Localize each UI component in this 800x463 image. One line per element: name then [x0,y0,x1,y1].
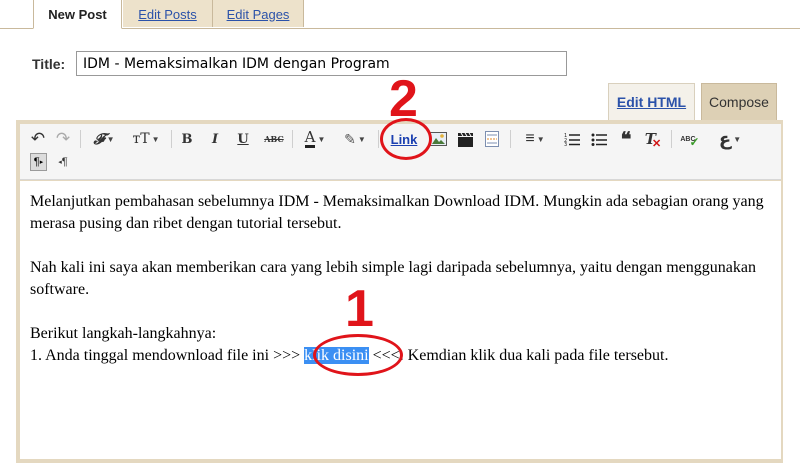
align-icon: ≡ [525,130,535,147]
font-button[interactable]: 𝓕 ▼ [86,128,122,150]
underline-button[interactable]: U [234,128,252,150]
chevron-down-icon: ▼ [357,134,366,144]
rtl-icon: ¶ [61,156,68,168]
font-icon: 𝓕 [93,130,105,148]
toolbar-divider [171,130,172,148]
paragraph-2: Nah kali ini saya akan memberikan cara y… [30,259,756,298]
highlight-button[interactable]: ✎ ▼ [338,128,372,150]
undo-icon[interactable]: ↶ [28,128,48,150]
toolbar-divider [292,130,293,148]
text-color-button[interactable]: A ▼ [298,128,332,150]
toolbar-divider [378,130,379,148]
bold-button[interactable]: B [178,128,196,150]
svg-text:3: 3 [564,142,567,146]
transliterate-icon: ع [718,128,732,150]
image-icon [429,132,447,146]
paragraph-1: Melanjutkan pembahasan sebelumnya IDM - … [30,193,764,232]
paragraph-3: Berikut langkah-langkahnya: [30,325,217,342]
video-icon [457,132,473,147]
annotation-circle-link [380,118,432,160]
toolbar-divider [671,130,672,148]
step-1-text-before: 1. Anda tinggal mendownload file ini >>> [30,347,305,364]
transliterate-button[interactable]: ع ▼ [710,128,750,150]
toolbar-divider [510,130,511,148]
title-input[interactable] [76,51,567,76]
jump-break-button[interactable] [482,128,502,150]
toolbar-divider [80,130,81,148]
text-color-icon: A [304,128,316,148]
rtl-direction-button[interactable]: ◂ ¶ [54,151,72,173]
numbered-list-button[interactable]: 123 [562,128,582,150]
chevron-down-icon: ▼ [536,134,545,144]
title-label: Title: [32,56,66,72]
clear-formatting-button[interactable]: T ✕ [643,128,663,150]
edit-html-tab[interactable]: Edit HTML [608,83,695,121]
chevron-down-icon: ▼ [151,134,160,144]
bullet-list-button[interactable] [589,128,609,150]
compose-tab[interactable]: Compose [701,83,777,121]
arrow-right-icon: ▸ [39,159,44,166]
quote-icon[interactable]: ❝ [616,128,636,151]
italic-button[interactable]: I [206,128,224,150]
align-button[interactable]: ≡ ▼ [518,128,552,150]
spellcheck-button[interactable]: ABC ✓ [678,128,702,150]
chevron-down-icon: ▼ [106,134,115,144]
annotation-number-1: 1 [345,280,374,338]
checkmark-icon: ✓ [689,135,700,149]
editor-content[interactable]: Melanjutkan pembahasan sebelumnya IDM - … [20,181,781,459]
highlight-icon: ✎ [344,130,356,147]
redo-icon[interactable]: ↷ [53,128,73,150]
tab-edit-pages[interactable]: Edit Pages [213,0,304,27]
insert-video-button[interactable] [455,128,475,150]
top-tab-bar: New Post Edit Posts Edit Pages [0,0,800,29]
ltr-direction-button[interactable]: ¶ ▸ [30,153,47,171]
chevron-down-icon: ▼ [733,134,742,144]
numbered-list-icon: 123 [564,133,580,146]
chevron-down-icon: ▼ [317,134,326,144]
clear-formatting-icon: T [644,130,656,148]
step-1-text-after: <<<. Kemdian klik dua kali pada file ter… [368,347,669,364]
font-size-icon: тT [132,131,150,147]
jump-break-icon [485,131,499,147]
tab-new-post[interactable]: New Post [33,0,122,29]
font-size-button[interactable]: тT ▼ [126,128,166,150]
bullet-list-icon [591,133,607,146]
tab-edit-posts[interactable]: Edit Posts [123,0,213,27]
strikethrough-button[interactable]: ABC [262,128,286,150]
annotation-circle-selection [313,334,403,376]
